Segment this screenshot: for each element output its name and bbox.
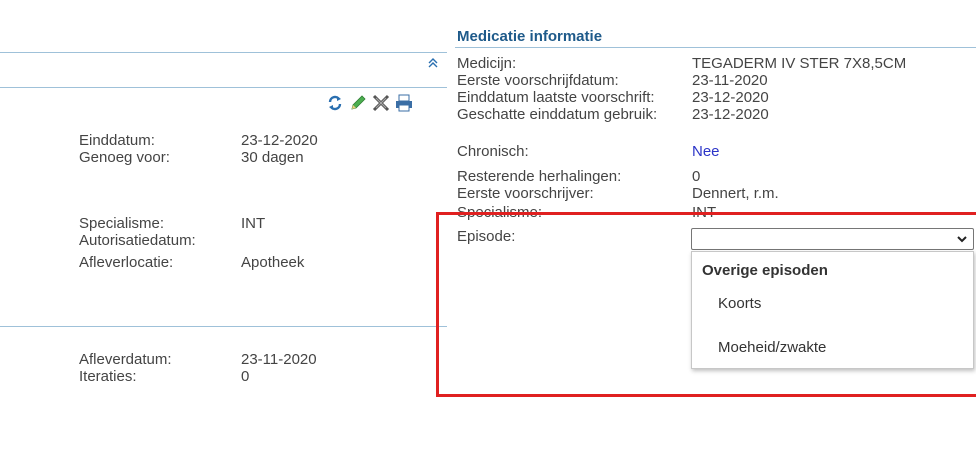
autorisatiedatum-label: Autorisatiedatum: <box>79 232 196 249</box>
highlight-box <box>436 212 976 397</box>
iteraties-value: 0 <box>241 368 250 385</box>
einddatum-laatste-voorschrift-value: 23-12-2020 <box>692 89 769 106</box>
refresh-icon[interactable] <box>326 94 344 112</box>
genoeg-voor-label: Genoeg voor: <box>79 149 170 166</box>
left-header-divider <box>0 87 447 88</box>
resterende-herhalingen-value: 0 <box>692 168 701 185</box>
specialisme-value: INT <box>241 215 266 232</box>
collapse-chevron-icon[interactable] <box>426 57 440 71</box>
afleverlocatie-label: Afleverlocatie: <box>79 254 174 271</box>
specialisme-label: Specialisme: <box>79 215 165 232</box>
afleverdatum-label: Afleverdatum: <box>79 351 172 368</box>
iteraties-label: Iteraties: <box>79 368 137 385</box>
afleverlocatie-value: Apotheek <box>241 254 305 271</box>
eerste-voorschrijfdatum-value: 23-11-2020 <box>692 72 768 89</box>
afleverdatum-value: 23-11-2020 <box>241 351 317 368</box>
edit-pencil-icon[interactable] <box>349 94 367 112</box>
einddatum-label: Einddatum: <box>79 132 155 149</box>
einddatum-laatste-voorschrift-label: Einddatum laatste voorschrift: <box>457 89 655 106</box>
chronisch-label: Chronisch: <box>457 143 529 160</box>
eerste-voorschrijver-value: Dennert, r.m. <box>692 185 779 202</box>
left-top-divider <box>0 52 447 53</box>
toolbar <box>326 94 413 112</box>
print-icon[interactable] <box>395 94 413 112</box>
geschatte-einddatum-label: Geschatte einddatum gebruik: <box>457 106 658 123</box>
resterende-herhalingen-label: Resterende herhalingen: <box>457 168 622 185</box>
genoeg-voor-value: 30 dagen <box>241 149 304 166</box>
stop-medication-icon[interactable] <box>372 94 390 112</box>
medicatie-title-divider <box>455 47 976 48</box>
medicijn-value: TEGADERM IV STER 7X8,5CM <box>692 55 907 72</box>
left-mid-divider <box>0 326 447 327</box>
einddatum-value: 23-12-2020 <box>241 132 318 149</box>
eerste-voorschrijver-label: Eerste voorschrijver: <box>457 185 594 202</box>
medicatie-info-title: Medicatie informatie <box>457 28 603 45</box>
medicijn-label: Medicijn: <box>457 55 517 72</box>
eerste-voorschrijfdatum-label: Eerste voorschrijfdatum: <box>457 72 619 89</box>
geschatte-einddatum-value: 23-12-2020 <box>692 106 769 123</box>
chronisch-value[interactable]: Nee <box>692 143 720 160</box>
